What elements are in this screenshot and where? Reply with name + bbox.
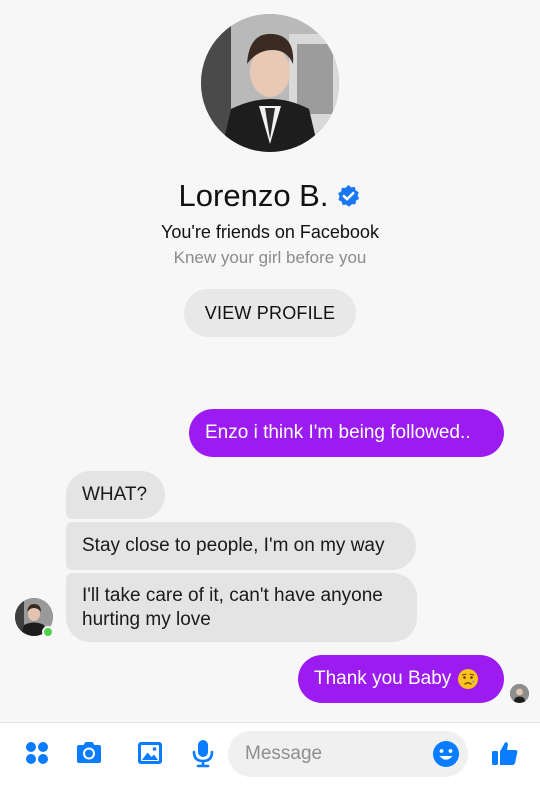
message-text-line-1: I'll take care of it, can't have anyone [82, 584, 383, 606]
message-bubble-outgoing[interactable]: Thank you Baby [298, 655, 504, 703]
profile-name: Lorenzo B. [178, 178, 329, 213]
message-text: WHAT? [82, 484, 148, 505]
message-bubble-outgoing[interactable]: Enzo i think I'm being followed.. [189, 409, 504, 457]
message-text-line-2: hurting my love [82, 608, 211, 630]
emoji-icon[interactable] [432, 740, 460, 768]
friends-status: You're friends on Facebook [161, 222, 379, 242]
profile-name-row: Lorenzo B. [0, 178, 540, 214]
view-profile-button[interactable]: VIEW PROFILE [184, 289, 356, 337]
message-text: Stay close to people, I'm on my way [82, 535, 385, 556]
profile-bio: Knew your girl before you [173, 248, 367, 267]
gallery-icon[interactable] [135, 738, 165, 768]
apps-icon[interactable] [22, 738, 52, 768]
profile-avatar[interactable] [201, 14, 339, 152]
message-text: Thank you Baby [314, 668, 452, 689]
seen-receipt-avatar [510, 684, 529, 703]
message-bubble-incoming[interactable]: Stay close to people, I'm on my way [66, 522, 416, 570]
message-text: Enzo i think I'm being followed.. [205, 422, 471, 443]
sad-relieved-face-emoji-icon [458, 669, 479, 689]
verified-badge-icon [338, 184, 360, 207]
microphone-icon[interactable] [188, 738, 218, 768]
online-status-dot [42, 626, 54, 638]
thumbs-up-icon[interactable] [490, 738, 520, 768]
message-bubble-incoming[interactable]: WHAT? [66, 471, 165, 519]
camera-icon[interactable] [74, 738, 104, 768]
message-bubble-incoming[interactable]: I'll take care of it, can't have anyone … [66, 573, 417, 642]
